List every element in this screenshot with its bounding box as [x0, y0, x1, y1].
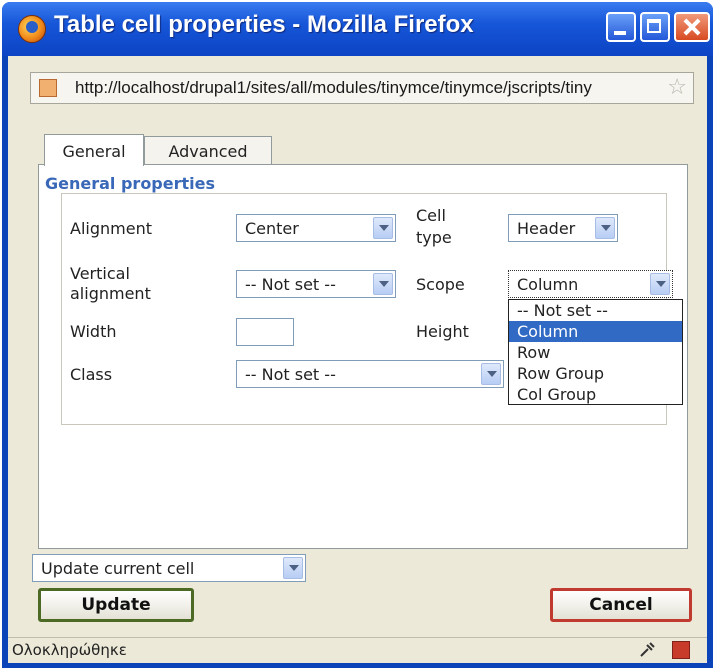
site-favicon-icon [39, 79, 57, 97]
update-button[interactable]: Update [38, 588, 194, 622]
minimize-button[interactable] [606, 12, 636, 42]
vertical-alignment-label-line2: alignment [70, 284, 151, 303]
width-label: Width [70, 322, 117, 341]
cell-type-value: Header [517, 219, 576, 238]
vertical-alignment-value: -- Not set -- [245, 275, 336, 294]
scope-option[interactable]: -- Not set -- [509, 300, 682, 321]
firefox-window: Table cell properties - Mozilla Firefox … [2, 2, 713, 668]
scope-select[interactable]: Column [508, 270, 673, 298]
class-label: Class [70, 365, 113, 384]
chevron-down-icon [373, 273, 393, 295]
tab-general-label: General [62, 142, 126, 161]
chevron-down-icon [283, 557, 303, 579]
status-bar: Ολοκληρώθηκε [8, 637, 707, 663]
address-bar[interactable]: http://localhost/drupal1/sites/all/modul… [30, 72, 694, 104]
chevron-down-icon [595, 217, 615, 239]
cancel-button[interactable]: Cancel [550, 588, 692, 622]
vertical-alignment-select[interactable]: -- Not set -- [236, 270, 396, 298]
class-value: -- Not set -- [245, 365, 336, 384]
dialog-client-area: http://localhost/drupal1/sites/all/modul… [8, 56, 707, 662]
tab-advanced[interactable]: Advanced [144, 136, 272, 164]
class-select[interactable]: -- Not set -- [236, 360, 504, 388]
chevron-down-icon [481, 363, 501, 385]
chevron-down-icon [373, 217, 393, 239]
vertical-alignment-label-line1: Vertical [70, 264, 130, 283]
height-label: Height [416, 322, 469, 341]
alignment-select[interactable]: Center [236, 214, 396, 242]
scope-value: Column [517, 275, 579, 294]
alignment-label: Alignment [70, 219, 152, 238]
maximize-button[interactable] [640, 12, 670, 42]
scope-dropdown-list: -- Not set -- Column Row Row Group Col G… [508, 299, 683, 405]
title-bar[interactable]: Table cell properties - Mozilla Firefox [2, 2, 713, 56]
window-title: Table cell properties - Mozilla Firefox [54, 11, 474, 38]
scope-option[interactable]: Row Group [509, 363, 682, 384]
general-properties-legend: General properties [42, 174, 219, 193]
tab-advanced-label: Advanced [168, 142, 248, 161]
scope-label: Scope [416, 275, 465, 294]
cell-type-label-line2: type [416, 228, 452, 247]
firefox-icon [18, 15, 46, 43]
cell-type-label-line1: Cell [416, 206, 446, 225]
scope-option[interactable]: Row [509, 342, 682, 363]
alignment-value: Center [245, 219, 299, 238]
tab-general[interactable]: General [44, 134, 144, 166]
extension-status-icon[interactable] [672, 641, 690, 659]
chevron-down-icon [650, 273, 670, 295]
status-text: Ολοκληρώθηκε [12, 641, 127, 659]
action-select-value: Update current cell [41, 559, 195, 578]
close-button[interactable] [674, 12, 710, 42]
addon-status-icon[interactable] [638, 641, 656, 659]
scope-option[interactable]: Col Group [509, 384, 682, 405]
scope-option-selected[interactable]: Column [509, 321, 682, 342]
action-select[interactable]: Update current cell [32, 554, 306, 582]
url-text: http://localhost/drupal1/sites/all/modul… [75, 78, 592, 97]
bookmark-star-icon[interactable]: ☆ [667, 76, 687, 100]
cell-type-select[interactable]: Header [508, 214, 618, 242]
width-input[interactable] [236, 318, 294, 346]
